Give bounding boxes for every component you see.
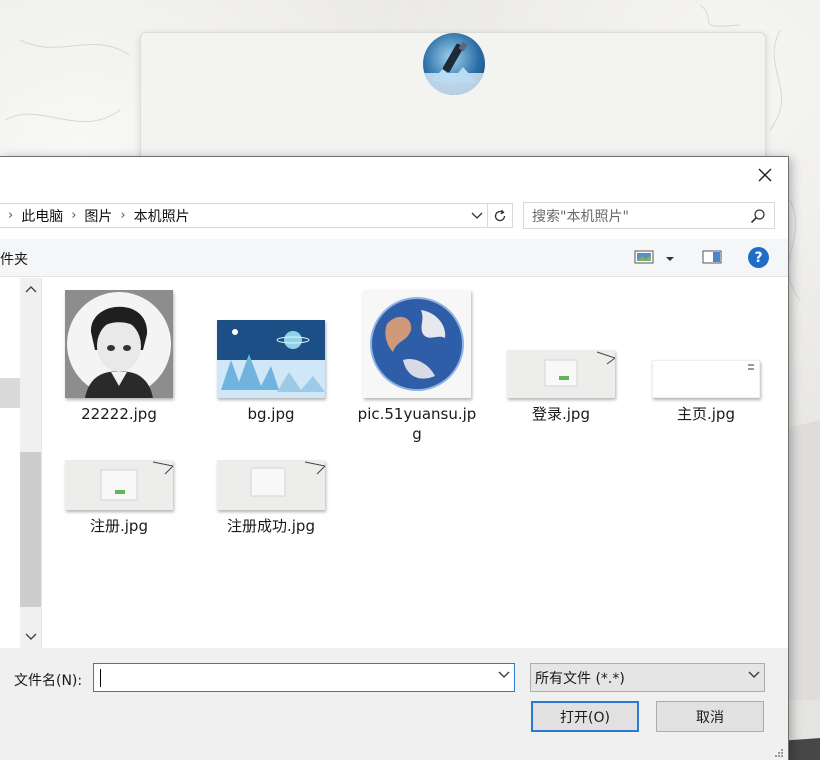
refresh-button[interactable] [487,204,512,227]
file-type-value: 所有文件 (*.*) [535,670,625,687]
preview-pane-icon[interactable] [702,249,722,269]
file-type-select[interactable]: 所有文件 (*.*) [530,663,765,692]
wand-avatar-icon[interactable] [423,33,485,95]
view-icon[interactable] [634,249,654,269]
file-thumbnail [217,460,325,510]
file-name: pic.51yuansu.jpg [357,405,477,443]
file-thumbnail [65,290,173,398]
chevron-up-icon [25,286,36,293]
chevron-down-icon[interactable] [665,251,675,267]
file-item[interactable]: 登录.jpg [499,288,623,424]
navigation-pane[interactable] [0,278,42,648]
file-name: 注册.jpg [90,517,148,535]
search-input[interactable]: 搜索"本机照片" [523,202,775,229]
breadcrumb-this-pc[interactable]: 此电脑 [21,206,63,226]
dialog-footer: 文件名(N): 所有文件 (*.*) 打开(O) 取消 [0,648,788,760]
chevron-down-icon [25,633,36,640]
file-item[interactable]: 主页.jpg [644,288,768,424]
chevron-right-icon: › [120,208,126,223]
chevron-right-icon: › [71,208,77,223]
file-item[interactable]: 注册成功.jpg [209,440,333,536]
refresh-icon [494,209,506,221]
file-name: 注册成功.jpg [227,517,315,535]
file-name: bg.jpg [247,405,295,423]
breadcrumb-pictures[interactable]: 图片 [84,206,112,226]
close-icon [758,168,772,182]
file-list: 22222.jpg bg.jpg pic.51yuansu.jpg 登录.jpg… [43,278,788,648]
file-thumbnail [217,320,325,398]
nav-selected-item[interactable] [0,378,20,408]
file-name: 22222.jpg [81,405,157,423]
scroll-thumb[interactable] [20,452,41,607]
cancel-button[interactable]: 取消 [656,701,764,732]
file-item[interactable]: bg.jpg [209,288,333,424]
file-thumbnail [363,290,471,398]
chevron-down-icon[interactable] [498,671,510,679]
text-caret [100,669,101,687]
file-item[interactable]: pic.51yuansu.jpg [355,288,479,444]
file-thumbnail [652,360,760,398]
nav-scrollbar[interactable] [20,278,41,648]
close-button[interactable] [742,157,788,193]
file-item[interactable]: 22222.jpg [57,288,181,424]
file-name: 登录.jpg [532,405,590,423]
scroll-down-button[interactable] [20,626,41,648]
resize-grip-icon[interactable] [774,748,784,758]
search-icon [750,209,765,224]
file-open-dialog: › 此电脑 › 图片 › 本机照片 搜索"本机照片" 件夹 ? 22222.jp… [0,156,789,760]
new-folder-button[interactable]: 件夹 [0,249,28,269]
file-thumbnail [65,460,173,510]
chevron-down-icon [471,212,483,219]
filename-label: 文件名(N): [14,673,83,689]
address-bar[interactable]: › 此电脑 › 图片 › 本机照片 [0,203,513,228]
file-thumbnail [507,350,615,398]
command-toolbar: 件夹 ? [0,239,788,277]
chevron-right-icon: › [8,208,14,223]
search-placeholder: 搜索"本机照片" [532,208,629,225]
open-button[interactable]: 打开(O) [531,701,639,732]
scroll-up-button[interactable] [20,278,41,300]
file-name: 主页.jpg [677,405,735,423]
file-item[interactable]: 注册.jpg [57,440,181,536]
chevron-down-icon [748,671,760,678]
filename-input[interactable] [93,663,515,692]
help-icon[interactable]: ? [748,247,769,268]
address-history-button[interactable] [468,204,486,227]
breadcrumb-camera-roll[interactable]: 本机照片 [134,206,190,226]
